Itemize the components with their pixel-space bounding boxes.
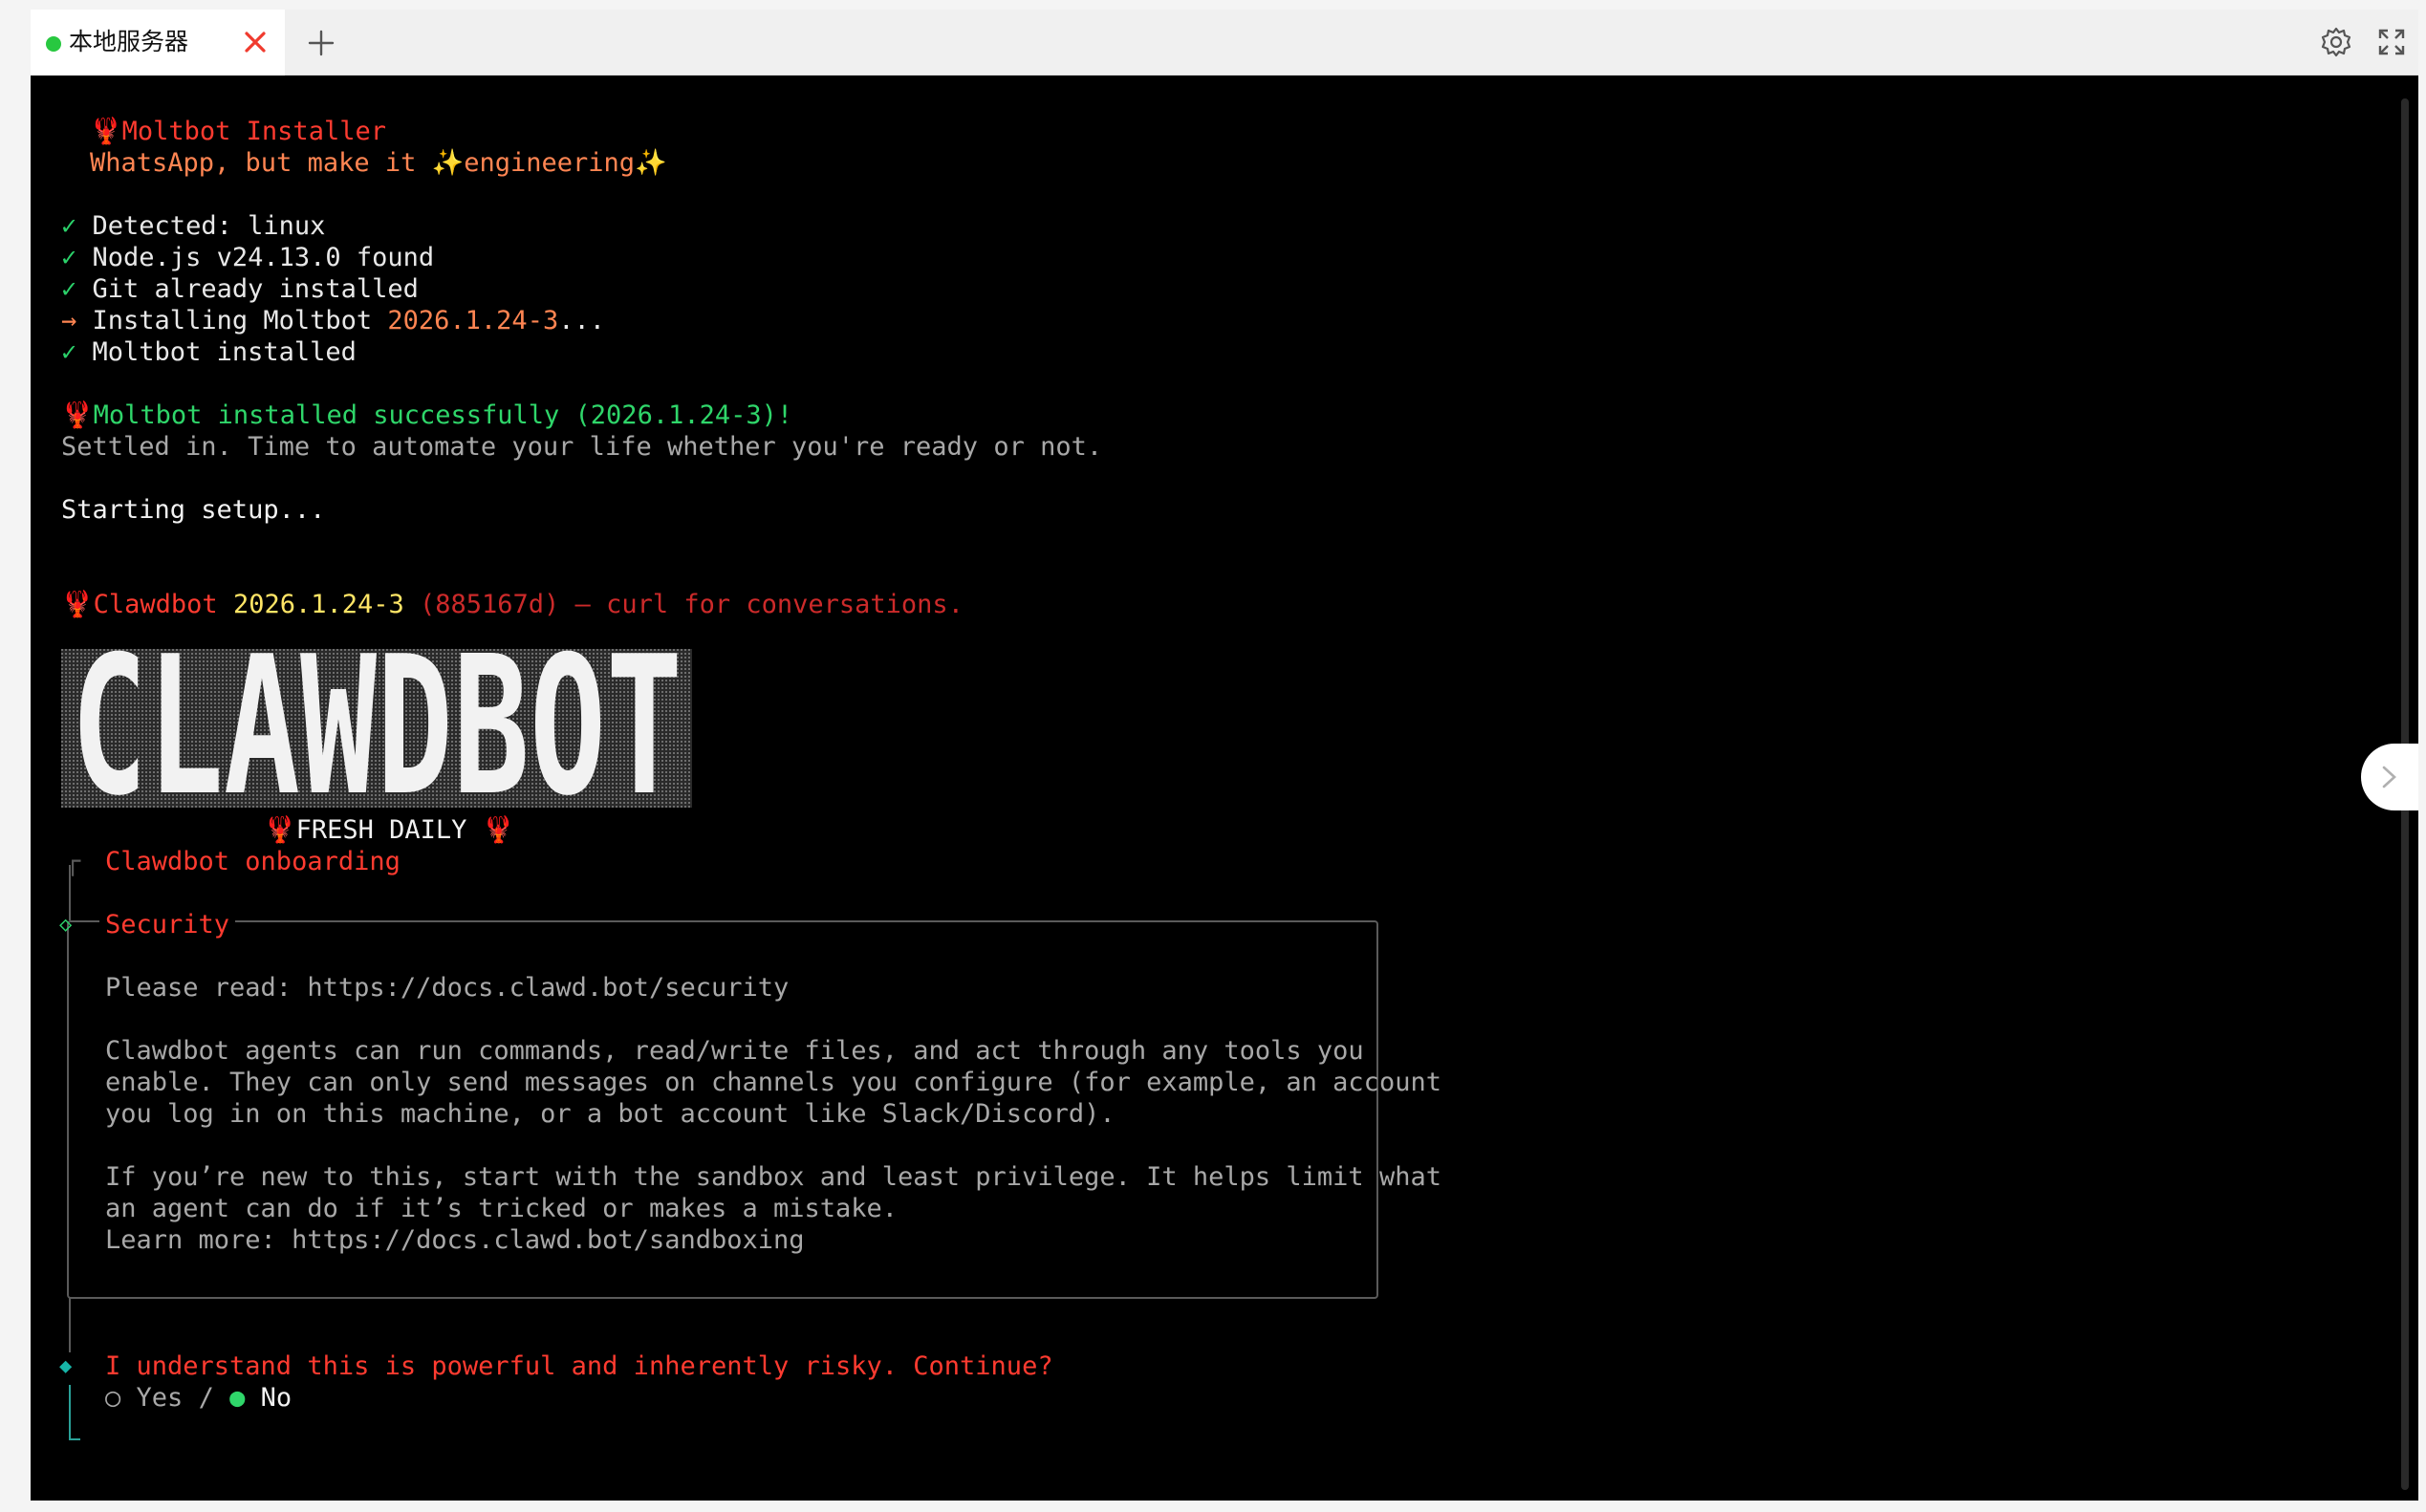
chevron-right-icon [2382, 766, 2396, 788]
lobster-icon: 🦞 [61, 400, 94, 430]
installer-title-line: 🦞Moltbot Installer [90, 117, 386, 146]
lobster-icon: 🦞 [264, 815, 296, 845]
tab-label: 本地服务器 [69, 28, 189, 55]
lobster-icon: 🦞 [90, 117, 122, 146]
installed-line: ✓ Moltbot installed [61, 337, 357, 367]
check-line: ✓ Detected: linux [61, 211, 326, 241]
terminal-output[interactable]: 🦞Moltbot Installer WhatsApp, but make it… [31, 76, 2418, 1501]
banner-text: CLAWDBOT [71, 649, 682, 808]
tree-corner: ┌ [65, 847, 81, 876]
success-line: 🦞Moltbot installed successfully (2026.1.… [61, 400, 793, 430]
check-line: ✓ Git already installed [61, 274, 419, 304]
security-text-line: enable. They can only send messages on c… [105, 1068, 1441, 1097]
active-tree-connector [69, 1385, 71, 1440]
radio-selected-icon: ● [229, 1383, 246, 1413]
expand-icon[interactable] [2374, 25, 2409, 59]
close-icon[interactable] [239, 26, 271, 58]
option-yes[interactable]: ○ Yes [105, 1383, 183, 1413]
clawdbot-ascii-banner: CLAWDBOT [61, 649, 692, 808]
installing-line: → Installing Moltbot 2026.1.24-3... [61, 306, 605, 335]
security-title: Security [99, 909, 236, 940]
security-text-line: you log in on this machine, or a bot acc… [105, 1099, 1116, 1129]
security-text-line: an agent can do if it’s tricked or makes… [105, 1194, 899, 1223]
security-text-line: If you’re new to this, start with the sa… [105, 1162, 1441, 1192]
onboarding-title: Clawdbot onboarding [105, 847, 401, 876]
option-no[interactable]: ● No [229, 1383, 292, 1413]
active-step-icon: ◆ [59, 1354, 73, 1378]
lobster-icon: 🦞 [61, 590, 94, 619]
lobster-icon: 🦞 [482, 815, 515, 845]
clawdbot-header: 🦞Clawdbot 2026.1.24-3 (885167d) — curl f… [61, 590, 964, 619]
security-text-line: Please read: https://docs.clawd.bot/secu… [105, 973, 790, 1003]
terminal-window: 本地服务器 🦞Moltbot Installer WhatsApp, but m… [31, 10, 2418, 1501]
continue-prompt: I understand this is powerful and inhere… [105, 1351, 1053, 1381]
sparkle-icon: ✨ [431, 148, 465, 178]
check-line: ✓ Node.js v24.13.0 found [61, 243, 435, 272]
tab-bar: 本地服务器 [31, 10, 2418, 76]
fresh-daily-line: 🦞FRESH DAILY 🦞 [264, 815, 515, 845]
step-diamond-icon: ◇ [59, 913, 73, 937]
radio-unselected-icon: ○ [105, 1383, 121, 1413]
gear-icon[interactable] [2319, 25, 2353, 59]
tree-connector [69, 1297, 71, 1352]
security-text-line: Learn more: https://docs.clawd.bot/sandb… [105, 1225, 805, 1255]
installer-tagline: WhatsApp, but make it ✨engineering✨ [90, 148, 667, 178]
settled-line: Settled in. Time to automate your life w… [61, 432, 1103, 462]
security-text-line: Clawdbot agents can run commands, read/w… [105, 1036, 1364, 1066]
plus-icon[interactable] [304, 26, 338, 60]
starting-line: Starting setup... [61, 495, 326, 525]
sparkle-icon: ✨ [635, 148, 667, 178]
active-tree-corner [69, 1438, 80, 1440]
continue-options: ○ Yes / ● No [105, 1383, 292, 1413]
tab-local-server[interactable]: 本地服务器 [31, 10, 285, 76]
connection-status-icon [46, 36, 61, 52]
